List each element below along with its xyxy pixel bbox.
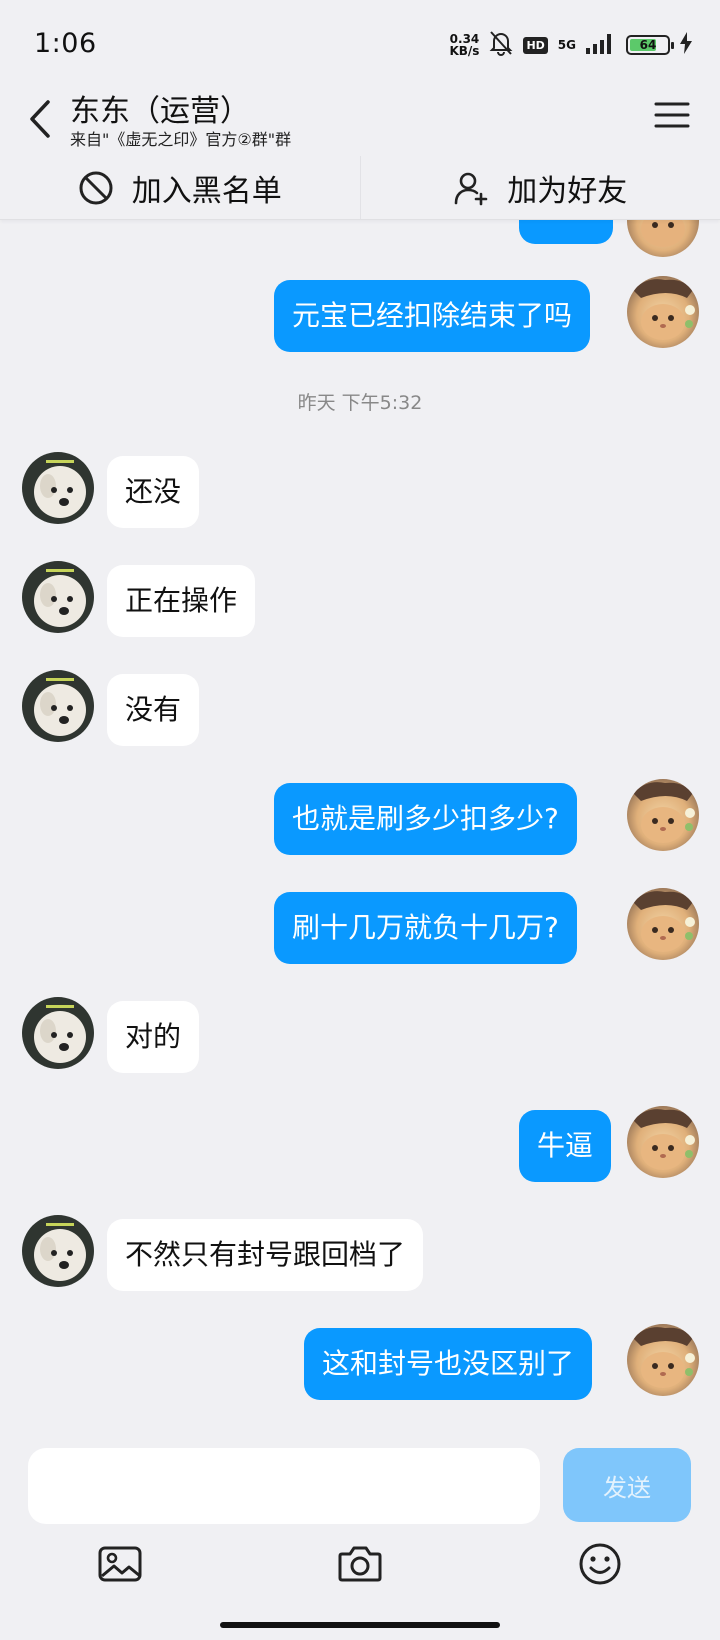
message-bubble-outgoing[interactable]: 元宝已经扣除结束了吗	[274, 280, 591, 352]
message-bubble-incoming[interactable]: 不然只有封号跟回档了	[107, 1219, 424, 1291]
contact-avatar[interactable]	[22, 561, 94, 633]
my-avatar[interactable]	[627, 276, 699, 348]
image-icon	[98, 1546, 142, 1582]
status-time: 1:06	[34, 28, 97, 59]
page-subtitle: 来自"《虚无之印》官方②群"群	[70, 130, 292, 149]
home-indicator[interactable]	[220, 1622, 500, 1628]
network-speed: 0.34 KB/s	[449, 32, 480, 58]
signal-bars-icon	[586, 32, 616, 58]
input-area: 发送	[0, 1436, 720, 1640]
message-bubble-outgoing[interactable]: 也就是刷多少扣多少?	[274, 783, 577, 855]
hamburger-menu-icon	[654, 102, 690, 128]
status-bar: 1:06 0.34 KB/s HD 5G 64	[0, 0, 720, 86]
menu-button[interactable]	[654, 100, 690, 130]
send-button[interactable]: 发送	[563, 1448, 691, 1522]
message-bubble-incoming[interactable]: 没有	[107, 674, 200, 746]
prohibited-icon	[79, 171, 113, 204]
image-button[interactable]	[96, 1540, 144, 1588]
camera-button[interactable]	[336, 1540, 384, 1588]
camera-icon	[338, 1546, 382, 1582]
message-bubble-outgoing[interactable]: 牛逼	[519, 1110, 612, 1182]
hd-badge: HD	[523, 36, 548, 54]
message-bubble-partial[interactable]	[519, 220, 613, 244]
emoji-icon	[579, 1543, 621, 1585]
emoji-button[interactable]	[576, 1540, 624, 1588]
my-avatar[interactable]	[627, 220, 699, 257]
my-avatar[interactable]	[627, 779, 699, 851]
chat-header: 东东（运营） 来自"《虚无之印》官方②群"群	[0, 86, 720, 156]
action-bar: 加入黑名单 加为好友	[0, 156, 720, 220]
my-avatar[interactable]	[627, 1106, 699, 1178]
contact-avatar[interactable]	[22, 670, 94, 742]
chevron-left-icon	[30, 100, 50, 138]
page-title: 东东（运营）	[70, 94, 250, 129]
add-user-icon	[454, 172, 488, 205]
message-bubble-incoming[interactable]: 还没	[107, 456, 200, 528]
status-icons: 0.34 KB/s HD 5G 64	[449, 30, 692, 60]
mute-bell-icon	[489, 30, 513, 60]
message-bubble-outgoing[interactable]: 刷十几万就负十几万?	[274, 892, 577, 964]
contact-avatar[interactable]	[22, 452, 94, 524]
blacklist-button[interactable]: 加入黑名单	[0, 156, 361, 219]
battery-indicator: 64	[626, 35, 674, 55]
add-friend-button[interactable]: 加为好友	[361, 156, 720, 219]
my-avatar[interactable]	[627, 888, 699, 960]
message-bubble-outgoing[interactable]: 这和封号也没区别了	[304, 1328, 593, 1400]
my-avatar[interactable]	[627, 1324, 699, 1396]
blacklist-label: 加入黑名单	[131, 173, 282, 209]
message-bubble-incoming[interactable]: 正在操作	[107, 565, 256, 637]
message-input[interactable]	[28, 1448, 540, 1524]
signal-label: 5G	[557, 38, 576, 52]
chat-list[interactable]: 元宝已经扣除结束了吗 昨天 下午5:32 还没 正在操作 没有 也就是刷多少扣多…	[0, 220, 720, 1436]
add-friend-label: 加为好友	[507, 173, 628, 209]
back-button[interactable]	[22, 94, 62, 144]
charging-bolt-icon	[680, 32, 692, 58]
message-bubble-incoming[interactable]: 对的	[107, 1001, 200, 1073]
message-timestamp: 昨天 下午5:32	[297, 392, 423, 414]
contact-avatar[interactable]	[22, 1215, 94, 1287]
contact-avatar[interactable]	[22, 997, 94, 1069]
